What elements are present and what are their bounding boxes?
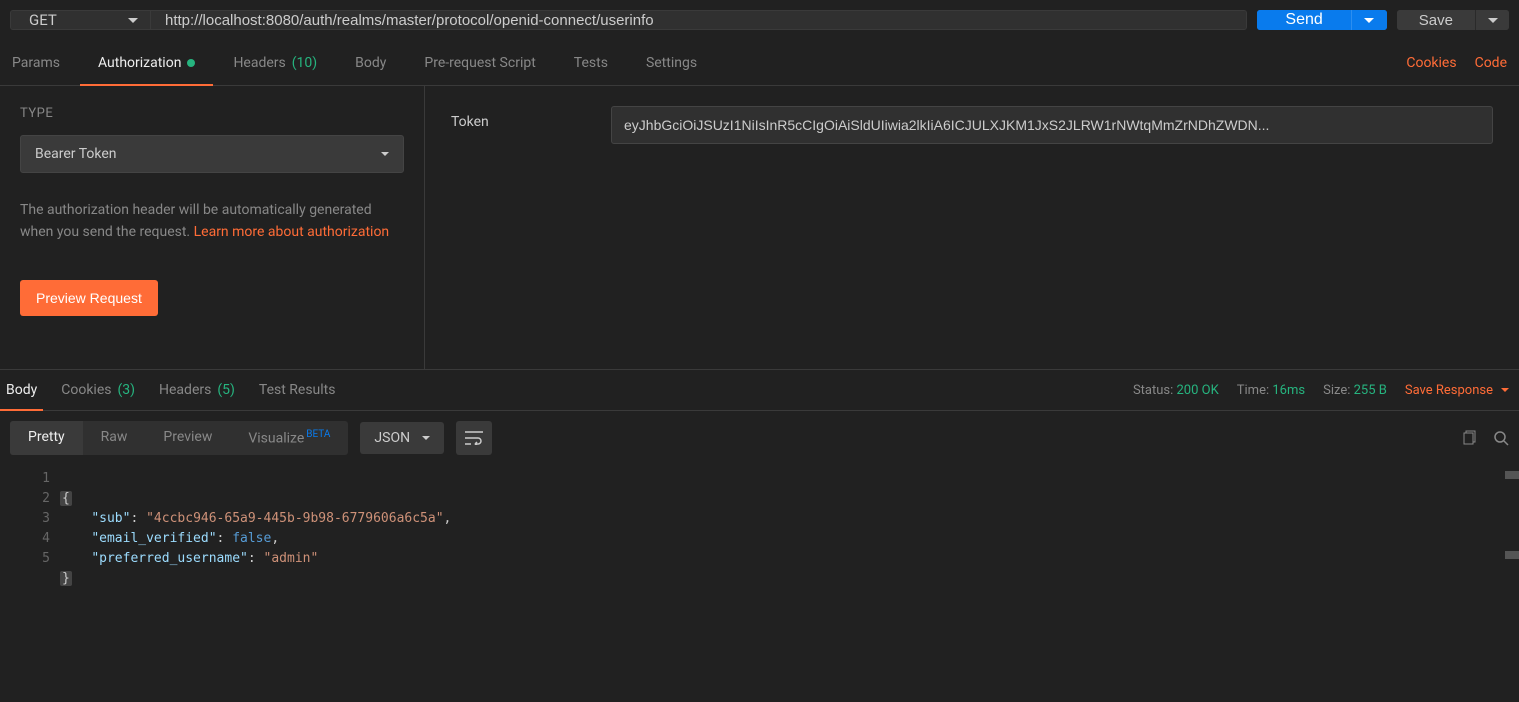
request-tabs: Params Authorization Headers (10) Body P… xyxy=(0,40,1519,86)
chevron-down-icon xyxy=(1364,18,1374,23)
code-content: { "sub": "4ccbc946-65a9-445b-9b98-677960… xyxy=(60,465,1519,645)
authorization-panel: TYPE Bearer Token The authorization head… xyxy=(0,86,1519,369)
auth-type-label: TYPE xyxy=(20,106,404,121)
tab-headers[interactable]: Headers (10) xyxy=(233,40,317,85)
res-tab-headers-count: (5) xyxy=(217,382,235,398)
chevron-down-icon xyxy=(1488,18,1498,23)
res-tab-headers[interactable]: Headers (5) xyxy=(159,370,235,410)
wrap-icon xyxy=(465,431,483,445)
tab-authorization-label: Authorization xyxy=(98,55,181,71)
http-method-value: GET xyxy=(29,11,57,29)
pill-raw[interactable]: Raw xyxy=(83,421,146,455)
size-label: Size: xyxy=(1323,383,1350,398)
response-body-toolbar: Pretty Raw Preview VisualizeBETA JSON xyxy=(0,411,1519,465)
url-input[interactable] xyxy=(151,11,1246,29)
tab-headers-label: Headers xyxy=(233,55,285,71)
res-tab-cookies-count: (3) xyxy=(117,382,135,398)
tab-prerequest[interactable]: Pre-request Script xyxy=(424,40,535,85)
chevron-down-icon xyxy=(381,152,389,156)
preview-request-button[interactable]: Preview Request xyxy=(20,280,158,316)
pill-pretty[interactable]: Pretty xyxy=(10,421,83,455)
save-button-group: Save xyxy=(1397,10,1509,30)
pill-visualize[interactable]: VisualizeBETA xyxy=(230,421,348,455)
format-select[interactable]: JSON xyxy=(360,422,444,454)
code-link[interactable]: Code xyxy=(1475,55,1507,71)
res-tab-body[interactable]: Body xyxy=(6,370,37,410)
search-button[interactable] xyxy=(1493,430,1509,446)
tab-tests[interactable]: Tests xyxy=(574,40,608,85)
response-body-code[interactable]: 1 2 3 4 5 { "sub": "4ccbc946-65a9-445b-9… xyxy=(0,465,1519,645)
size-value: 255 B xyxy=(1354,383,1387,398)
wrap-lines-button[interactable] xyxy=(456,421,492,455)
tab-headers-count: (10) xyxy=(292,55,317,71)
tab-authorization[interactable]: Authorization xyxy=(98,40,195,85)
view-mode-pills: Pretty Raw Preview VisualizeBETA xyxy=(10,421,348,455)
format-value: JSON xyxy=(374,430,410,446)
http-method-select[interactable]: GET xyxy=(11,11,151,29)
line-gutter: 1 2 3 4 5 xyxy=(0,465,60,645)
status-dot-icon xyxy=(187,59,195,67)
token-label: Token xyxy=(451,106,571,349)
res-tab-headers-label: Headers xyxy=(159,382,211,398)
status-value: 200 OK xyxy=(1177,383,1219,398)
save-button[interactable]: Save xyxy=(1397,10,1475,30)
send-button-group: Send xyxy=(1257,10,1386,30)
learn-more-link[interactable]: Learn more about authorization xyxy=(194,224,390,240)
chevron-down-icon xyxy=(422,436,430,440)
auth-description: The authorization header will be automat… xyxy=(20,199,404,244)
time-value: 16ms xyxy=(1272,383,1305,398)
copy-icon xyxy=(1461,430,1477,446)
send-dropdown-button[interactable] xyxy=(1351,10,1387,30)
tab-params[interactable]: Params xyxy=(12,40,60,85)
scrollbar-marker xyxy=(1505,471,1519,479)
res-tab-cookies-label: Cookies xyxy=(61,382,111,398)
chevron-down-icon xyxy=(1501,388,1509,392)
auth-type-select[interactable]: Bearer Token xyxy=(20,135,404,173)
send-button[interactable]: Send xyxy=(1257,10,1350,30)
token-input[interactable] xyxy=(611,106,1493,144)
chevron-down-icon xyxy=(128,18,138,23)
method-url-group: GET xyxy=(10,10,1247,30)
cookies-link[interactable]: Cookies xyxy=(1406,55,1456,71)
scrollbar-marker xyxy=(1505,551,1519,559)
save-response-button[interactable]: Save Response xyxy=(1405,383,1509,398)
response-tabs: Body Cookies (3) Headers (5) Test Result… xyxy=(0,369,1519,411)
auth-type-value: Bearer Token xyxy=(35,146,117,162)
time-label: Time: xyxy=(1237,383,1269,398)
res-tab-cookies[interactable]: Cookies (3) xyxy=(61,370,135,410)
beta-badge: BETA xyxy=(306,429,330,440)
save-dropdown-button[interactable] xyxy=(1475,10,1509,30)
pill-preview[interactable]: Preview xyxy=(145,421,230,455)
tab-body[interactable]: Body xyxy=(355,40,386,85)
res-tab-test-results[interactable]: Test Results xyxy=(259,370,336,410)
search-icon xyxy=(1493,430,1509,446)
copy-button[interactable] xyxy=(1461,430,1477,446)
tab-settings[interactable]: Settings xyxy=(646,40,697,85)
status-label: Status: xyxy=(1133,383,1173,398)
